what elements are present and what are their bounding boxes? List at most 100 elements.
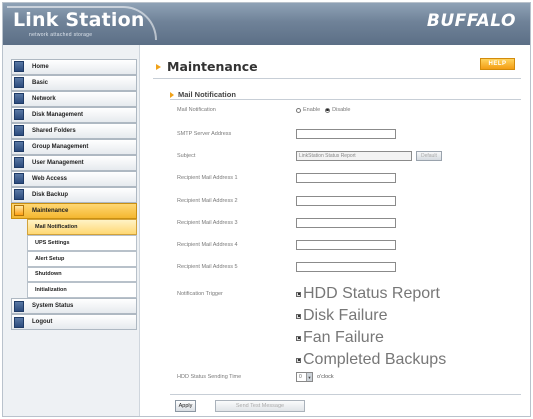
help-button[interactable]: HELP xyxy=(480,58,515,70)
sidebar-subitem-alert-setup[interactable]: Alert Setup xyxy=(27,250,137,267)
home-icon xyxy=(14,61,24,73)
enable-option[interactable]: Enable xyxy=(296,107,320,113)
disable-option[interactable]: Disable xyxy=(325,107,350,113)
disable-label: Disable xyxy=(332,107,351,113)
field-label: Recipient Mail Address 2 xyxy=(177,198,238,204)
sidebar-subitem-label: Shutdown xyxy=(35,271,62,278)
row-recipient-1: Recipient Mail Address 1 xyxy=(177,173,521,183)
app-window: Link Station network attached storage BU… xyxy=(2,2,531,417)
page-title-wrap: Maintenance xyxy=(156,59,258,74)
sidebar-item-logout[interactable]: Logout xyxy=(11,314,137,331)
sidebar-item-user-management[interactable]: User Management xyxy=(11,154,137,171)
main-content: Maintenance HELP Mail Notification Mail … xyxy=(143,45,530,416)
header-bar: Link Station network attached storage BU… xyxy=(3,3,530,45)
sidebar-item-label: Disk Management xyxy=(32,111,84,118)
trigger-disk-failure[interactable]: Disk Failure xyxy=(296,307,387,325)
sidebar-subitem-mail-notification[interactable]: Mail Notification xyxy=(27,218,137,235)
sidebar-item-label: Group Management xyxy=(32,143,89,150)
trigger-completed-backups[interactable]: Completed Backups xyxy=(296,351,446,369)
sidebar-item-label: Maintenance xyxy=(32,207,69,214)
trigger-hdd-status[interactable]: HDD Status Report xyxy=(296,285,440,303)
sidebar-item-label: Network xyxy=(32,95,56,102)
checkbox-fan-failure[interactable] xyxy=(296,335,301,341)
network-icon xyxy=(14,93,24,105)
user-icon xyxy=(14,157,24,169)
sidebar-item-label: Disk Backup xyxy=(32,191,69,198)
subject-field: LinkStation Status Report Default xyxy=(296,151,442,161)
logout-icon xyxy=(14,316,24,328)
sidebar-item-group-management[interactable]: Group Management xyxy=(11,138,137,155)
sidebar-item-label: User Management xyxy=(32,159,84,166)
radio-disable[interactable] xyxy=(325,107,331,113)
enable-label: Enable xyxy=(303,107,321,113)
sidebar-item-label: System Status xyxy=(32,303,74,310)
sidebar: Home Basic Network Disk Management Share… xyxy=(3,45,140,416)
recipient-3-input[interactable] xyxy=(296,218,396,228)
row-trigger: Notification Trigger HDD Status Report xyxy=(177,285,521,303)
row-recipient-4: Recipient Mail Address 4 xyxy=(177,240,521,250)
sidebar-item-basic[interactable]: Basic xyxy=(11,74,137,91)
sidebar-subitem-label: Mail Notification xyxy=(35,223,78,230)
field-label: HDD Status Sending Time xyxy=(177,374,242,380)
checkbox-label: HDD Status Report xyxy=(303,285,440,302)
sending-time-suffix: o'clock xyxy=(317,374,334,380)
checkbox-label: Disk Failure xyxy=(303,307,388,324)
checkbox-label: Fan Failure xyxy=(303,329,384,346)
smtp-server-input[interactable] xyxy=(296,129,396,139)
sidebar-subitem-initialization[interactable]: Initialization xyxy=(27,282,137,299)
sidebar-item-disk-management[interactable]: Disk Management xyxy=(11,106,137,123)
chevron-down-icon: ▼ xyxy=(306,373,312,381)
trigger-fan-failure[interactable]: Fan Failure xyxy=(296,329,384,347)
sidebar-item-label: Home xyxy=(32,63,49,70)
divider xyxy=(170,99,521,100)
orange-arrow-icon xyxy=(156,63,161,70)
sidebar-subitem-ups-settings[interactable]: UPS Settings xyxy=(27,234,137,251)
row-smtp: SMTP Server Address xyxy=(177,129,521,139)
sending-time-field: 0 ▼ o'clock xyxy=(296,372,334,382)
checkbox-completed-backups[interactable] xyxy=(296,357,301,363)
sidebar-subitem-shutdown[interactable]: Shutdown xyxy=(27,266,137,283)
field-label: Mail Notification xyxy=(177,107,216,113)
status-icon xyxy=(14,300,24,312)
field-label: Recipient Mail Address 3 xyxy=(177,220,238,226)
checkbox-hdd-status[interactable] xyxy=(296,291,301,297)
sidebar-item-system-status[interactable]: System Status xyxy=(11,298,137,315)
recipient-1-input[interactable] xyxy=(296,173,396,183)
linkstation-logo: Link Station xyxy=(13,9,145,31)
section-title: Mail Notification xyxy=(178,90,236,99)
sidebar-subitem-label: Alert Setup xyxy=(35,255,65,262)
sidebar-item-network[interactable]: Network xyxy=(11,90,137,107)
row-recipient-2: Recipient Mail Address 2 xyxy=(177,196,521,206)
sidebar-item-maintenance[interactable]: Maintenance xyxy=(11,202,137,219)
field-label: Subject xyxy=(177,153,196,159)
backup-icon xyxy=(14,189,24,201)
tools-icon xyxy=(14,205,24,217)
group-icon xyxy=(14,141,24,153)
logo-subtitle: network attached storage xyxy=(29,32,93,38)
basic-icon xyxy=(14,77,24,89)
recipient-2-input[interactable] xyxy=(296,196,396,206)
row-subject: Subject LinkStation Status Report Defaul… xyxy=(177,151,521,161)
checkbox-disk-failure[interactable] xyxy=(296,313,301,319)
divider xyxy=(153,78,521,79)
subject-input[interactable]: LinkStation Status Report xyxy=(296,151,412,161)
sidebar-item-shared-folders[interactable]: Shared Folders xyxy=(11,122,137,139)
page-title: Maintenance xyxy=(167,59,258,74)
recipient-5-input[interactable] xyxy=(296,262,396,272)
sidebar-item-disk-backup[interactable]: Disk Backup xyxy=(11,186,137,203)
row-recipient-3: Recipient Mail Address 3 xyxy=(177,218,521,228)
row-trigger-completed-backups: Completed Backups xyxy=(177,351,521,369)
sidebar-item-web-access[interactable]: Web Access xyxy=(11,170,137,187)
row-recipient-5: Recipient Mail Address 5 xyxy=(177,262,521,272)
buffalo-logo: BUFFALO xyxy=(426,11,516,31)
sending-time-select[interactable]: 0 ▼ xyxy=(296,372,313,382)
sidebar-item-label: Web Access xyxy=(32,175,68,182)
sending-time-value: 0 xyxy=(299,374,302,380)
apply-button[interactable]: Apply xyxy=(175,400,196,412)
radio-enable[interactable] xyxy=(296,107,301,113)
recipient-4-input[interactable] xyxy=(296,240,396,250)
sidebar-item-home[interactable]: Home xyxy=(11,59,137,75)
disk-icon xyxy=(14,109,24,121)
send-test-message-button[interactable]: Send Test Message xyxy=(215,400,305,412)
default-button[interactable]: Default xyxy=(416,151,442,161)
